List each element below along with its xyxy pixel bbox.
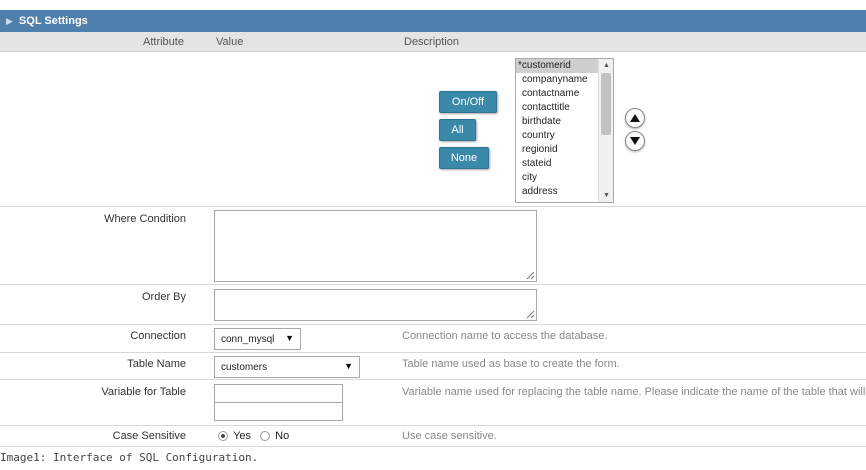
connection-description: Connection name to access the database. — [402, 330, 608, 342]
resize-grip-icon[interactable] — [526, 310, 535, 319]
case-sensitive-label: Case Sensitive — [112, 430, 186, 442]
table-name-label: Table Name — [127, 358, 186, 370]
move-down-icon — [630, 137, 640, 145]
collapse-triangle-icon[interactable]: ▶ — [6, 16, 13, 27]
case-sensitive-no-radio[interactable] — [260, 431, 271, 442]
connection-label: Connection — [130, 330, 186, 342]
scroll-down-arrow-icon[interactable]: ▼ — [601, 190, 612, 201]
table-name-description: Table name used as base to create the fo… — [402, 358, 620, 370]
order-by-textarea[interactable] — [214, 289, 537, 321]
fields-row — [0, 52, 866, 207]
variable-for-table-label: Variable for Table — [101, 386, 186, 398]
dropdown-arrow-icon: ▼ — [344, 361, 353, 371]
variable-value-input[interactable] — [214, 402, 343, 421]
case-sensitive-yes-radio[interactable] — [218, 431, 228, 442]
connection-select[interactable]: conn_mysql ▼ — [214, 328, 301, 350]
panel-title: SQL Settings — [18, 15, 88, 27]
scroll-thumb[interactable] — [601, 73, 611, 135]
column-header-row: Attribute Value Description — [0, 32, 866, 52]
order-by-label: Order By — [141, 291, 186, 303]
where-condition-label: Where Condition — [104, 213, 186, 225]
case-sensitive-description: Use case sensitive. — [402, 430, 497, 442]
dropdown-arrow-icon: ▼ — [285, 333, 294, 343]
panel-header[interactable]: ▶ SQL Settings — [0, 10, 866, 32]
fields-listbox[interactable]: *customerid companyname contactname contact… — [515, 58, 614, 203]
move-up-button[interactable] — [625, 108, 645, 128]
variable-for-table-description: Variable name used for replacing the tab… — [402, 386, 866, 398]
onoff-button[interactable]: On/Off — [439, 91, 497, 113]
connection-value: conn_mysql — [221, 333, 275, 345]
variable-name-input[interactable] — [214, 384, 343, 403]
column-value: Value — [216, 36, 244, 48]
table-name-value: customers — [221, 361, 268, 373]
case-sensitive-options: Yes No — [218, 430, 289, 442]
listbox-scrollbar[interactable]: ▲ ▼ — [598, 59, 613, 202]
where-condition-textarea[interactable] — [214, 210, 537, 282]
scroll-up-arrow-icon[interactable]: ▲ — [601, 60, 612, 71]
column-description: Description — [404, 36, 460, 48]
all-button[interactable]: All — [439, 119, 476, 141]
case-sensitive-yes-label[interactable]: Yes — [233, 430, 251, 442]
none-button[interactable]: None — [439, 147, 489, 169]
move-down-button[interactable] — [625, 131, 645, 151]
resize-grip-icon[interactable] — [526, 271, 535, 280]
case-sensitive-no-label[interactable]: No — [275, 430, 289, 442]
column-attribute: Attribute — [143, 36, 184, 48]
image-caption: Image1: Interface of SQL Configuration. — [0, 451, 259, 464]
table-name-select[interactable]: customers ▼ — [214, 356, 360, 378]
move-up-icon — [630, 114, 640, 122]
